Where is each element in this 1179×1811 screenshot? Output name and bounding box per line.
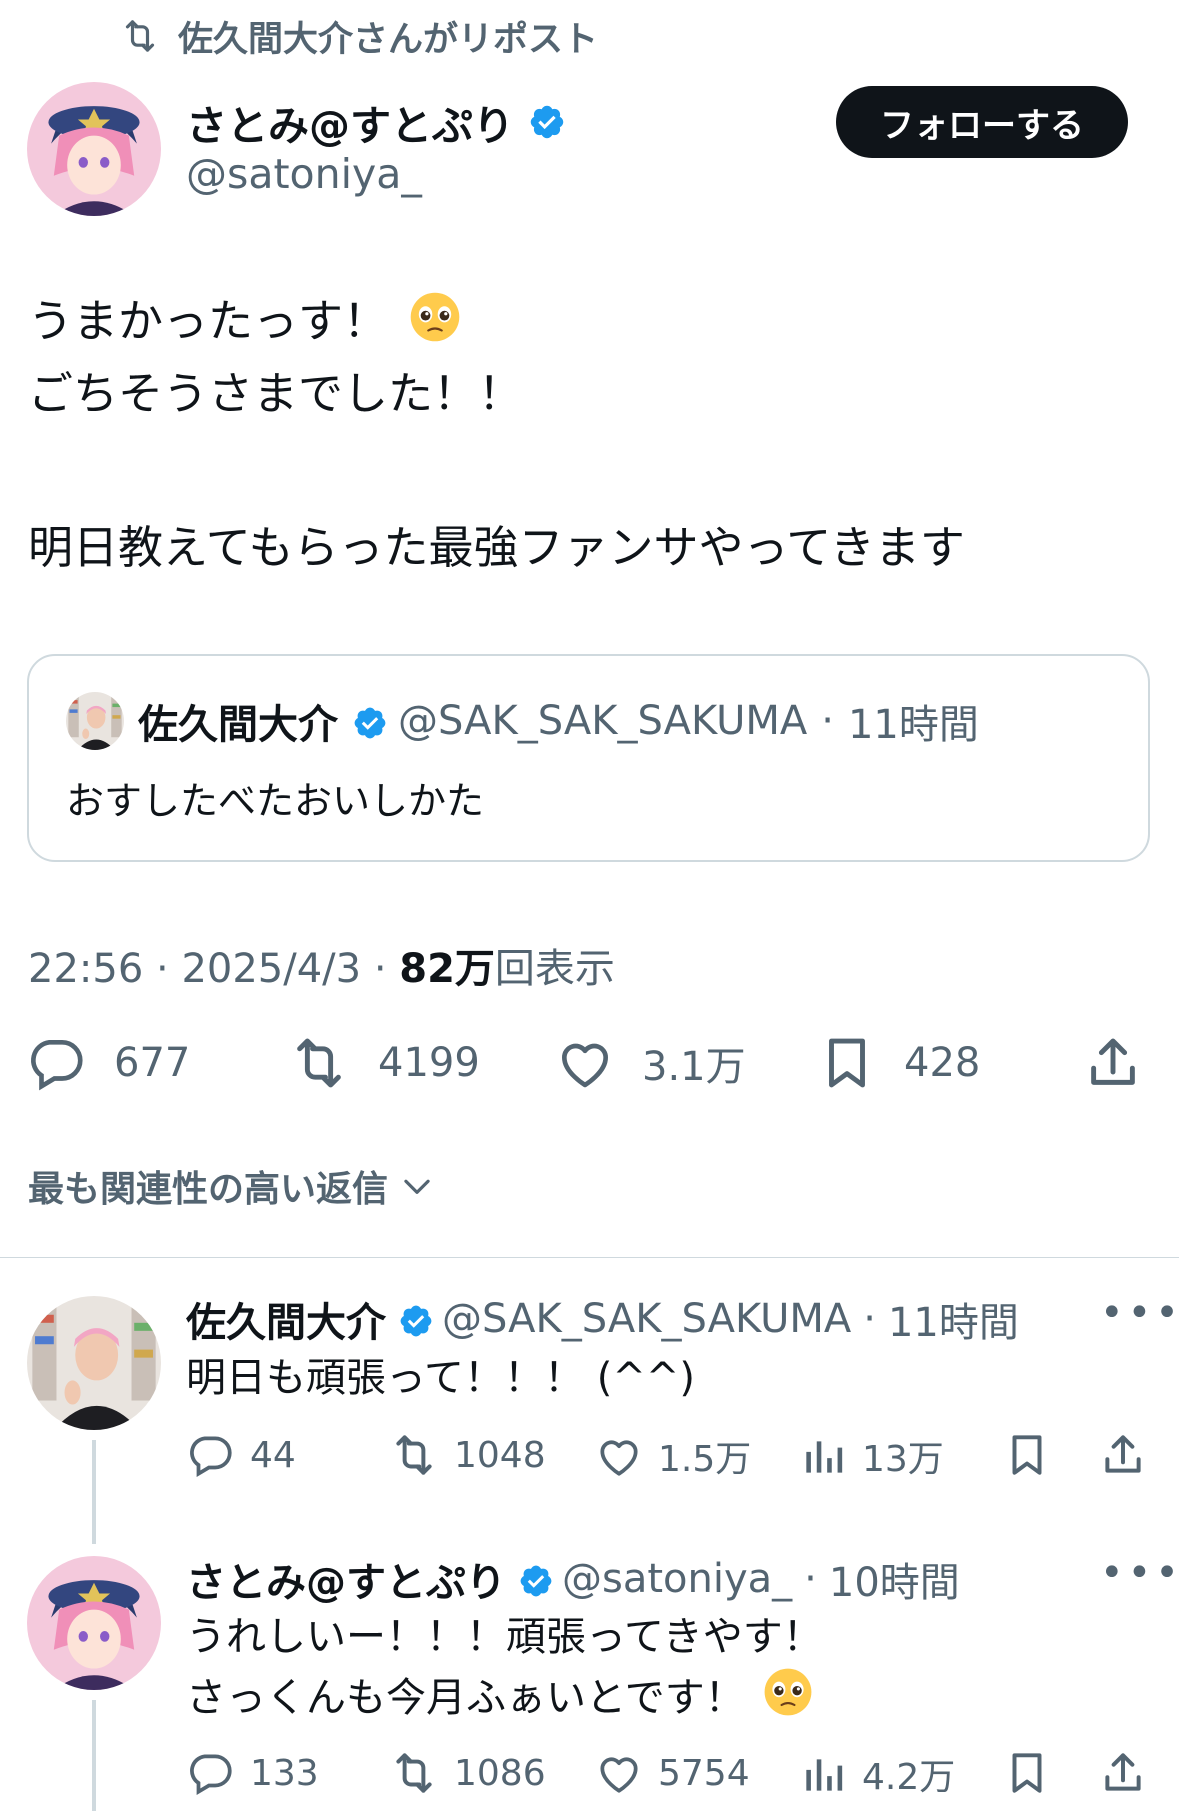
reply-time: 11時間 [887, 1300, 1019, 1346]
reply-views-button[interactable]: 4.2万 [798, 1748, 955, 1800]
more-options-button[interactable]: ••• [1100, 1550, 1179, 1596]
quoted-author-name: 佐久間大介 [138, 702, 338, 748]
reply-sort-dropdown[interactable]: 最も関連性の高い返信 [28, 1160, 436, 1212]
reply-text-line-1: うれしいー！！！頑張ってきやす！ [186, 1614, 823, 1660]
reply-text: 明日も頑張って！！！ (^^) [186, 1355, 695, 1401]
repost-count: 4199 [378, 1040, 480, 1086]
reply-bookmark-button[interactable] [1002, 1748, 1052, 1798]
reply-author-handle: @SAK_SAK_SAKUMA [442, 1296, 852, 1342]
bookmark-button[interactable]: 428 [816, 1032, 980, 1094]
post-meta: 22:56 · 2025/4/3 · 82万回表示 [28, 946, 615, 992]
reply-author-name: さとみ@すとぷり [186, 1560, 506, 1606]
pleading-face-emoji-icon [762, 1666, 814, 1734]
verified-badge-icon [352, 705, 384, 737]
main-author-handle: @satoniya_ [186, 150, 422, 198]
repost-button[interactable]: 4199 [286, 1032, 480, 1094]
reply-repost-button[interactable]: 1048 [388, 1430, 546, 1480]
follow-button[interactable]: フォローする [836, 86, 1128, 158]
reply-time: 10時間 [828, 1560, 960, 1606]
views-count: 82万 [399, 946, 495, 992]
quoted-post-header: 佐久間大介 @SAK_SAK_SAKUMA · 11時間 [138, 692, 979, 750]
heart-icon [594, 1431, 644, 1481]
bookmark-icon [1002, 1430, 1052, 1480]
repost-banner-text: 佐久間大介さんがリポスト [178, 19, 599, 60]
views-chart-icon [798, 1749, 848, 1799]
post-body-line-2: ごちそうさまでした！！ [28, 367, 524, 420]
section-divider [0, 1257, 1179, 1258]
reply-header: 佐久間大介 @SAK_SAK_SAKUMA · 11時間 [186, 1290, 1019, 1348]
verified-badge-icon [518, 1563, 550, 1595]
post-body-line-1: うまかったっす！ [28, 290, 462, 359]
reply-bookmark-button[interactable] [1002, 1430, 1052, 1480]
reply-like-button[interactable]: 5754 [594, 1748, 750, 1798]
post-date: 2025/4/3 [181, 946, 362, 992]
reply-views-button[interactable]: 13万 [798, 1430, 944, 1482]
bookmark-icon [1002, 1748, 1052, 1798]
like-button[interactable]: 3.1万 [554, 1032, 746, 1094]
quoted-author-handle: @SAK_SAK_SAKUMA [398, 698, 808, 744]
heart-icon [594, 1748, 644, 1798]
quoted-post-text: おすしたべたおいしかた [66, 779, 485, 823]
thread-connector-line [92, 1700, 96, 1811]
bookmark-count: 428 [904, 1040, 981, 1086]
reply-button[interactable]: 677 [26, 1032, 190, 1094]
reply-icon [186, 1430, 236, 1480]
share-icon [1098, 1748, 1148, 1798]
reply-share-button[interactable] [1098, 1430, 1148, 1480]
reply-header: さとみ@すとぷり @satoniya_ · 10時間 [186, 1550, 960, 1608]
repost-icon [388, 1748, 440, 1798]
reply-author-avatar[interactable] [27, 1556, 161, 1690]
reply-icon [26, 1032, 88, 1094]
thread-connector-line [92, 1440, 96, 1544]
views-label: 回表示 [494, 946, 615, 992]
quoted-post-card[interactable] [27, 654, 1150, 862]
reply-repost-button[interactable]: 1086 [388, 1748, 546, 1798]
post-body-line-3: 明日教えてもらった最強ファンサやってきます [28, 521, 965, 574]
verified-badge-icon [528, 103, 566, 141]
main-author-name-row[interactable]: さとみ@すとぷり [186, 92, 566, 152]
repost-banner[interactable]: 佐久間大介さんがリポスト [120, 12, 598, 60]
chevron-down-icon [398, 1167, 436, 1205]
repost-icon [286, 1032, 352, 1094]
heart-icon [554, 1032, 616, 1094]
more-options-button[interactable]: ••• [1100, 1290, 1179, 1336]
main-author-avatar[interactable] [27, 82, 161, 216]
share-icon [1098, 1430, 1148, 1480]
verified-badge-icon [398, 1303, 430, 1335]
reply-author-avatar[interactable] [27, 1296, 161, 1430]
reply-like-button[interactable]: 1.5万 [594, 1430, 751, 1482]
reply-reply-button[interactable]: 44 [186, 1430, 296, 1480]
repost-icon [388, 1430, 440, 1480]
like-count: 3.1万 [642, 1044, 746, 1090]
reply-author-handle: @satoniya_ [562, 1556, 793, 1602]
reply-author-name: 佐久間大介 [186, 1300, 386, 1346]
reply-sort-label: 最も関連性の高い返信 [28, 1169, 389, 1210]
repost-icon [120, 16, 160, 56]
pleading-face-emoji-icon [408, 290, 462, 359]
bookmark-icon [816, 1032, 878, 1094]
main-author-name: さとみ@すとぷり [186, 102, 514, 150]
share-button[interactable] [1082, 1032, 1144, 1094]
reply-share-button[interactable] [1098, 1748, 1148, 1798]
share-icon [1082, 1032, 1144, 1094]
views-chart-icon [798, 1431, 848, 1481]
quoted-post-time: 11時間 [847, 702, 979, 748]
reply-text-line-2: さっくんも今月ふぁいとです！ [186, 1666, 814, 1734]
post-time: 22:56 [28, 946, 144, 992]
reply-count: 677 [114, 1040, 191, 1086]
quoted-author-avatar [66, 692, 124, 750]
reply-reply-button[interactable]: 133 [186, 1748, 319, 1798]
reply-icon [186, 1748, 236, 1798]
